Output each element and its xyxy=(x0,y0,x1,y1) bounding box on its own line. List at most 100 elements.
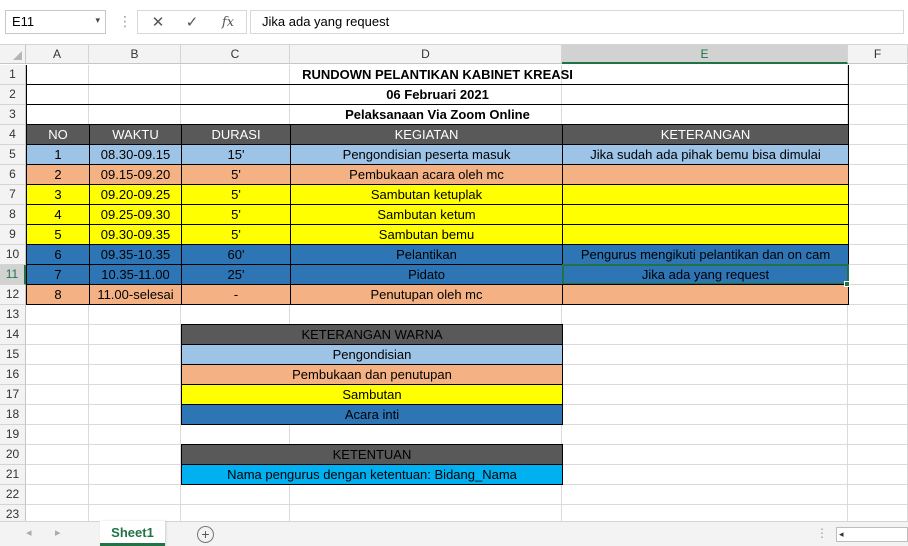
column-header-d[interactable]: D xyxy=(290,45,562,64)
worksheet-grid[interactable]: RUNDOWN PELANTIKAN KABINET KREASI 06 Febr… xyxy=(26,65,908,521)
row-header-17[interactable]: 17 xyxy=(0,385,26,405)
table-cell-keterangan[interactable]: Jika ada yang request xyxy=(562,264,849,285)
table-cell-kegiatan[interactable]: Sambutan bemu xyxy=(290,224,563,245)
row-header-13[interactable]: 13 xyxy=(0,305,26,325)
row-header-8[interactable]: 8 xyxy=(0,205,26,225)
table-cell-waktu[interactable]: 09.25-09.30 xyxy=(89,204,182,225)
table-cell-waktu[interactable]: 10.35-11.00 xyxy=(89,264,182,285)
table-cell-waktu[interactable]: 09.20-09.25 xyxy=(89,184,182,205)
horizontal-scrollbar[interactable]: ◂ xyxy=(836,527,908,542)
row-header-5[interactable]: 5 xyxy=(0,145,26,165)
table-cell-durasi[interactable]: 15' xyxy=(181,144,291,165)
table-header-keterangan[interactable]: KETERANGAN xyxy=(562,124,849,145)
table-cell-waktu[interactable]: 08.30-09.15 xyxy=(89,144,182,165)
table-cell-keterangan[interactable] xyxy=(562,224,849,245)
table-cell-no[interactable]: 6 xyxy=(26,244,90,265)
row-header-19[interactable]: 19 xyxy=(0,425,26,445)
fill-handle[interactable] xyxy=(844,281,850,287)
column-header-b[interactable]: B xyxy=(89,45,181,64)
enter-icon[interactable]: ✓ xyxy=(180,13,204,33)
row-header-22[interactable]: 22 xyxy=(0,485,26,505)
row-header-20[interactable]: 20 xyxy=(0,445,26,465)
table-cell-kegiatan[interactable]: Pembukaan acara oleh mc xyxy=(290,164,563,185)
row-header-1[interactable]: 1 xyxy=(0,65,26,85)
table-cell-kegiatan[interactable]: Penutupan oleh mc xyxy=(290,284,563,305)
row-header-6[interactable]: 6 xyxy=(0,165,26,185)
table-cell-no[interactable]: 4 xyxy=(26,204,90,225)
legend-item[interactable]: Pengondisian xyxy=(181,344,563,365)
column-header-c[interactable]: C xyxy=(181,45,290,64)
table-header-kegiatan[interactable]: KEGIATAN xyxy=(290,124,563,145)
column-header-e[interactable]: E xyxy=(562,45,848,64)
row-header-3[interactable]: 3 xyxy=(0,105,26,125)
table-cell-kegiatan[interactable]: Pelantikan xyxy=(290,244,563,265)
insert-function-icon[interactable]: fx xyxy=(216,13,240,33)
table-cell-durasi[interactable]: 5' xyxy=(181,224,291,245)
row-header-16[interactable]: 16 xyxy=(0,365,26,385)
row-header-9[interactable]: 9 xyxy=(0,225,26,245)
legend-item[interactable]: Pembukaan dan penutupan xyxy=(181,364,563,385)
name-box-value: E11 xyxy=(12,14,35,29)
table-cell-no[interactable]: 1 xyxy=(26,144,90,165)
chevron-down-icon[interactable]: ▾ xyxy=(95,15,100,26)
table-header-no[interactable]: NO xyxy=(26,124,90,145)
legend-header[interactable]: KETERANGAN WARNA xyxy=(181,324,563,345)
table-cell-no[interactable]: 2 xyxy=(26,164,90,185)
rules-header[interactable]: KETENTUAN xyxy=(181,444,563,465)
select-all-icon xyxy=(13,51,22,60)
row-header-18[interactable]: 18 xyxy=(0,405,26,425)
next-sheet-icon[interactable]: ▸ xyxy=(55,526,61,539)
select-all-button[interactable] xyxy=(0,45,26,64)
table-cell-durasi[interactable]: 5' xyxy=(181,164,291,185)
legend-item[interactable]: Sambutan xyxy=(181,384,563,405)
row-header-2[interactable]: 2 xyxy=(0,85,26,105)
add-sheet-icon[interactable]: + xyxy=(197,526,214,543)
table-cell-durasi[interactable]: 25' xyxy=(181,264,291,285)
table-cell-kegiatan[interactable]: Sambutan ketum xyxy=(290,204,563,225)
column-header-a[interactable]: A xyxy=(26,45,89,64)
row-header-7[interactable]: 7 xyxy=(0,185,26,205)
row-header-11[interactable]: 11 xyxy=(0,265,26,285)
table-cell-no[interactable]: 5 xyxy=(26,224,90,245)
row-header-12[interactable]: 12 xyxy=(0,285,26,305)
table-cell-keterangan[interactable] xyxy=(562,204,849,225)
sheet-date[interactable]: 06 Februari 2021 xyxy=(26,84,849,105)
table-cell-waktu[interactable]: 09.15-09.20 xyxy=(89,164,182,185)
name-box[interactable]: E11 ▾ xyxy=(5,10,106,34)
table-cell-waktu[interactable]: 11.00-selesai xyxy=(89,284,182,305)
table-cell-durasi[interactable]: 60' xyxy=(181,244,291,265)
table-cell-no[interactable]: 8 xyxy=(26,284,90,305)
sheet-venue[interactable]: Pelaksanaan Via Zoom Online xyxy=(26,104,849,125)
table-cell-durasi[interactable]: 5' xyxy=(181,184,291,205)
table-header-waktu[interactable]: WAKTU xyxy=(89,124,182,145)
table-cell-keterangan[interactable] xyxy=(562,164,849,185)
table-cell-kegiatan[interactable]: Sambutan ketuplak xyxy=(290,184,563,205)
table-cell-kegiatan[interactable]: Pengondisian peserta masuk xyxy=(290,144,563,165)
table-cell-no[interactable]: 3 xyxy=(26,184,90,205)
sheet-tab-sheet1[interactable]: Sheet1 xyxy=(100,521,165,546)
table-cell-kegiatan[interactable]: Pidato xyxy=(290,264,563,285)
table-cell-keterangan[interactable]: Jika sudah ada pihak bemu bisa dimulai xyxy=(562,144,849,165)
row-header-10[interactable]: 10 xyxy=(0,245,26,265)
row-header-21[interactable]: 21 xyxy=(0,465,26,485)
table-cell-no[interactable]: 7 xyxy=(26,264,90,285)
legend-item[interactable]: Acara inti xyxy=(181,404,563,425)
formula-input[interactable]: Jika ada yang request xyxy=(250,10,904,34)
prev-sheet-icon[interactable]: ◂ xyxy=(26,526,32,539)
row-header-15[interactable]: 15 xyxy=(0,345,26,365)
table-cell-durasi[interactable]: 5' xyxy=(181,204,291,225)
table-header-durasi[interactable]: DURASI xyxy=(181,124,291,145)
row-header-4[interactable]: 4 xyxy=(0,125,26,145)
rules-text[interactable]: Nama pengurus dengan ketentuan: Bidang_N… xyxy=(181,464,563,485)
table-cell-waktu[interactable]: 09.30-09.35 xyxy=(89,224,182,245)
scroll-left-icon[interactable]: ◂ xyxy=(839,528,844,541)
cancel-icon[interactable]: ✕ xyxy=(146,13,170,33)
table-cell-keterangan[interactable] xyxy=(562,284,849,305)
sheet-title[interactable]: RUNDOWN PELANTIKAN KABINET KREASI xyxy=(26,65,849,85)
row-header-14[interactable]: 14 xyxy=(0,325,26,345)
table-cell-keterangan[interactable] xyxy=(562,184,849,205)
table-cell-waktu[interactable]: 09.35-10.35 xyxy=(89,244,182,265)
table-cell-keterangan[interactable]: Pengurus mengikuti pelantikan dan on cam xyxy=(562,244,849,265)
table-cell-durasi[interactable]: - xyxy=(181,284,291,305)
column-header-f[interactable]: F xyxy=(848,45,908,64)
